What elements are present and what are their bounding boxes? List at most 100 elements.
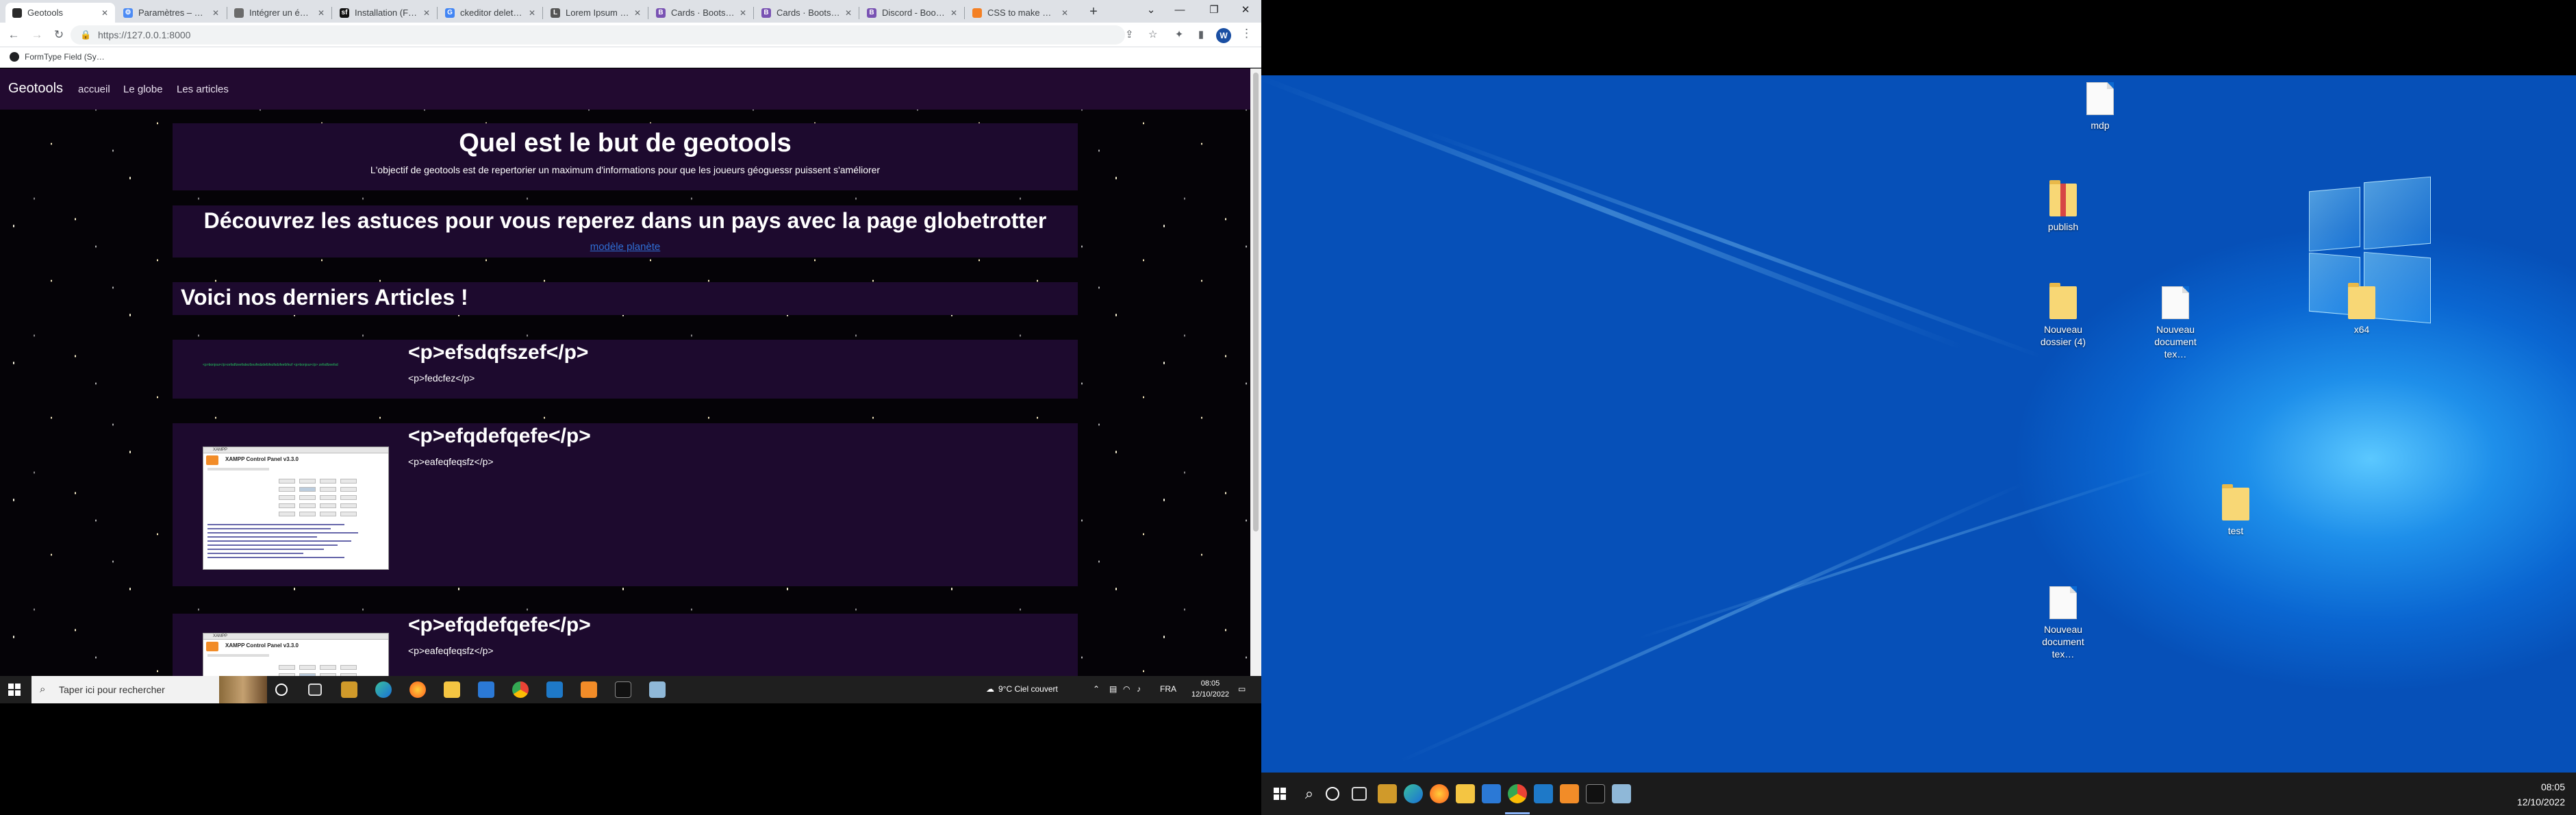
file-explorer-icon[interactable] — [1456, 784, 1475, 803]
star-icon[interactable]: ☆ — [1148, 28, 1157, 40]
weather-icon[interactable]: ☁ — [986, 684, 994, 694]
tab-ckeditor[interactable]: G ckeditor delete t… ✕ — [438, 3, 542, 23]
tab-cards-2[interactable]: B Cards · Bootstrap ✕ — [755, 3, 859, 23]
vscode-icon[interactable] — [546, 681, 563, 698]
tab-cards-1[interactable]: B Cards · Bootstrap ✕ — [649, 3, 753, 23]
edge-icon[interactable] — [375, 681, 392, 698]
desktop-icon-publish[interactable]: publish — [2032, 180, 2094, 233]
notification-icon[interactable]: ▭ — [1238, 684, 1246, 694]
tab-css[interactable]: CSS to make HTM… ✕ — [965, 3, 1075, 23]
chevron-up-icon[interactable]: ⌃ — [1093, 684, 1100, 694]
firefox-icon[interactable] — [409, 681, 426, 698]
close-icon[interactable]: ✕ — [1061, 8, 1068, 18]
tab-label: Cards · Bootstrap — [776, 8, 841, 18]
windows-logo-pane — [2309, 186, 2360, 252]
avatar[interactable]: W — [1216, 28, 1231, 43]
extensions-icon[interactable]: ✦ — [1171, 27, 1187, 43]
nav-le-globe[interactable]: Le globe — [123, 84, 163, 95]
vscode-icon[interactable] — [1534, 784, 1553, 803]
desktop-icon-mdp[interactable]: mdp — [2069, 82, 2131, 131]
mail-icon[interactable] — [1482, 784, 1501, 803]
tab-parametres[interactable]: ⚙ Paramètres – Co… ✕ — [116, 3, 226, 23]
github-icon — [234, 8, 244, 18]
close-icon[interactable]: ✕ — [740, 8, 746, 18]
wifi-icon[interactable]: ◠ — [1123, 684, 1130, 694]
edge-icon[interactable] — [1404, 784, 1423, 803]
tab-integrer[interactable]: Intégrer un éditi… ✕ — [227, 3, 331, 23]
thumb-title: XAMPP Control Panel v3.3.0 — [225, 456, 299, 462]
nav-accueil[interactable]: accueil — [78, 84, 110, 95]
task-view-icon[interactable] — [1352, 787, 1367, 801]
taskbar-clock[interactable]: 08:05 12/10/2022 — [2517, 779, 2565, 810]
close-icon[interactable]: ✕ — [845, 8, 852, 18]
desktop-icon-nouveau-document-2[interactable]: Nouveau document tex… — [2032, 586, 2094, 660]
taskbar-clock[interactable]: 08:05 12/10/2022 — [1191, 678, 1229, 700]
thumb-titlebar: XAMPP — [203, 634, 388, 640]
close-icon[interactable]: ✕ — [950, 8, 957, 18]
tab-lorem[interactable]: L Lorem Ipsum – Al… ✕ — [544, 3, 648, 23]
close-icon[interactable]: ✕ — [318, 8, 325, 18]
close-icon[interactable]: ✕ — [529, 8, 535, 18]
icon-label: test — [2227, 525, 2244, 536]
chrome-icon[interactable] — [1508, 784, 1527, 803]
card-image: XAMPP XAMPP Control Panel v3.3.0 — [203, 633, 389, 676]
forward-button[interactable]: → — [29, 27, 45, 43]
site-brand[interactable]: Geotools — [8, 81, 63, 97]
tab-installation[interactable]: sf Installation (FOS… ✕ — [333, 3, 437, 23]
cortana-icon[interactable] — [1326, 787, 1339, 801]
desktop-icon-nouveau-document[interactable]: Nouveau document tex… — [2145, 286, 2206, 360]
desktop-icon-nouveau-dossier[interactable]: Nouveau dossier (4) — [2032, 283, 2094, 348]
weather-text[interactable]: 9°C Ciel couvert — [998, 684, 1058, 694]
task-view-icon[interactable] — [308, 684, 322, 696]
desktop-icon-x64[interactable]: x64 — [2331, 283, 2392, 336]
sidepanel-icon[interactable]: ▮ — [1193, 27, 1209, 43]
volume-icon[interactable]: ♪ — [1137, 684, 1141, 694]
nav-les-articles[interactable]: Les articles — [177, 84, 229, 95]
language-indicator[interactable]: FRA — [1160, 684, 1176, 694]
store-icon[interactable] — [341, 681, 357, 698]
new-tab-button[interactable]: + — [1084, 3, 1103, 21]
terminal-icon[interactable] — [1586, 784, 1605, 803]
back-button[interactable]: ← — [5, 27, 22, 43]
bookmark-formtype[interactable]: FormType Field (Sy… — [10, 52, 105, 62]
app-icon[interactable] — [649, 681, 666, 698]
active-indicator — [1505, 812, 1530, 814]
xampp-icon[interactable] — [581, 681, 597, 698]
close-icon[interactable]: ✕ — [634, 8, 641, 18]
reload-button[interactable]: ↻ — [51, 27, 67, 43]
chrome-icon[interactable] — [512, 681, 529, 698]
address-bar[interactable]: 🔒 https://127.0.0.1:8000 ⇪ ☆ — [71, 25, 1157, 45]
windows-start-icon[interactable] — [8, 684, 21, 696]
article-card[interactable]: <p>bonjour</p>zefsdfzeefsdezfzezfedzdefz… — [173, 340, 1078, 399]
windows-start-icon[interactable] — [1274, 788, 1286, 800]
network-icon[interactable]: ▤ — [1109, 684, 1117, 694]
menu-icon[interactable]: ⋮ — [1241, 27, 1252, 40]
cortana-icon[interactable] — [275, 684, 288, 696]
file-explorer-icon[interactable] — [444, 681, 460, 698]
mail-icon[interactable] — [478, 681, 494, 698]
scrollbar-thumb[interactable] — [1253, 73, 1259, 531]
article-card[interactable]: XAMPP XAMPP Control Panel v3.3.0 <p>efqd… — [173, 614, 1078, 676]
globe-image-link[interactable]: modèle planète — [173, 241, 1078, 253]
close-icon[interactable]: ✕ — [212, 8, 219, 18]
restore-button[interactable]: ❐ — [1200, 0, 1228, 23]
scrollbar[interactable] — [1250, 68, 1261, 676]
taskbar-search[interactable]: ⌕ Taper ici pour rechercher — [31, 676, 267, 703]
close-window-button[interactable]: ✕ — [1231, 0, 1260, 23]
xampp-icon[interactable] — [1560, 784, 1579, 803]
tab-geotools[interactable]: Geotools ✕ — [5, 3, 115, 23]
store-icon[interactable] — [1378, 784, 1397, 803]
article-card[interactable]: XAMPP XAMPP Control Panel v3.3.0 <p>efqd… — [173, 423, 1078, 586]
search-icon[interactable]: ⌕ — [1300, 784, 1319, 803]
app-icon[interactable] — [1612, 784, 1631, 803]
share-icon[interactable]: ⇪ — [1125, 28, 1134, 40]
chevron-down-icon[interactable]: ⌄ — [1137, 0, 1165, 23]
icon-label: Nouveau document tex… — [2154, 324, 2197, 360]
close-icon[interactable]: ✕ — [101, 8, 108, 18]
desktop-icon-test[interactable]: test — [2205, 484, 2266, 537]
minimize-button[interactable]: — — [1165, 0, 1194, 23]
terminal-icon[interactable] — [615, 681, 631, 698]
tab-discord[interactable]: B Discord - Bootstr… ✕ — [860, 3, 964, 23]
firefox-icon[interactable] — [1430, 784, 1449, 803]
close-icon[interactable]: ✕ — [423, 8, 430, 18]
